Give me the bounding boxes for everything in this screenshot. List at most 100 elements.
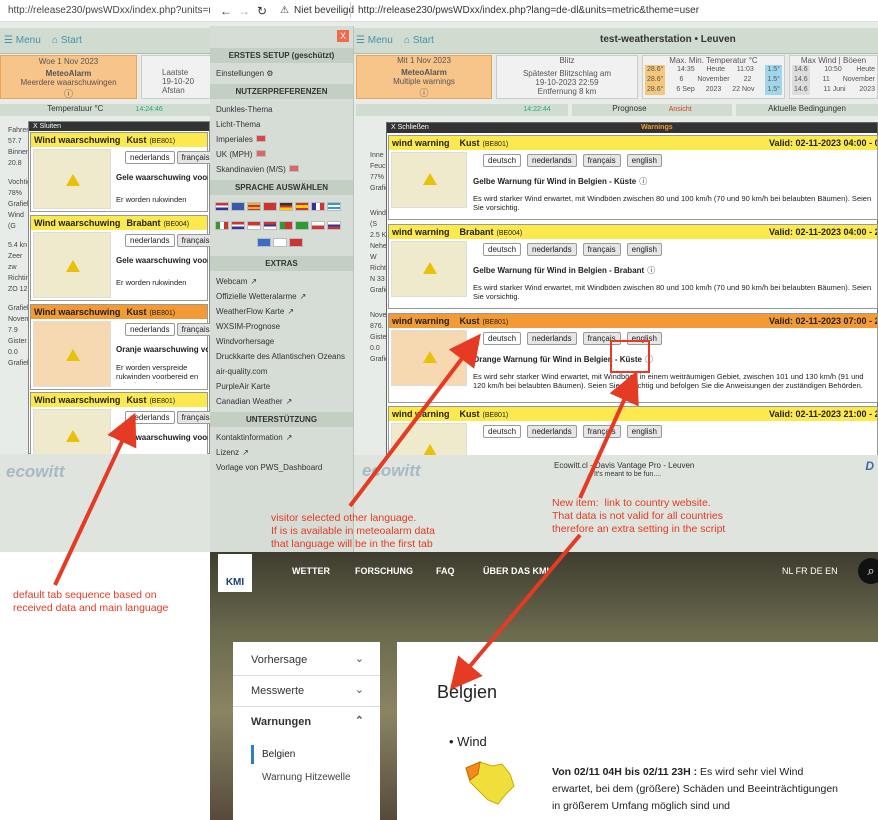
flag-icon[interactable] bbox=[327, 221, 341, 230]
menu-support-item[interactable]: Lizenz ↗ bbox=[210, 445, 353, 460]
language-tab[interactable]: français bbox=[582, 154, 621, 167]
menu-extra-item[interactable]: WeatherFlow Karte ↗ bbox=[210, 304, 353, 319]
language-tab[interactable]: français bbox=[582, 332, 621, 345]
info-icon[interactable]: ⓘ bbox=[647, 266, 655, 275]
info-icon[interactable]: ⓘ bbox=[645, 355, 653, 364]
language-tab[interactable]: français bbox=[176, 323, 215, 336]
flag-icon[interactable] bbox=[279, 202, 293, 211]
flag-icon[interactable] bbox=[257, 238, 271, 247]
flag-icon[interactable] bbox=[327, 202, 341, 211]
current-header: Aktuelle Bedingungen bbox=[736, 104, 878, 116]
language-tab[interactable]: deutsch bbox=[483, 332, 522, 345]
kmi-nav-about[interactable]: ÜBER DAS KMI bbox=[483, 566, 549, 576]
left-meteoalarm-tile[interactable]: Woe 1 Nov 2023 MeteoAlarm Meerdere waars… bbox=[0, 55, 137, 99]
flag-icon[interactable] bbox=[273, 238, 287, 247]
language-tab[interactable]: english bbox=[626, 154, 662, 167]
kmi-language-switch[interactable]: NL FR DE EN bbox=[782, 566, 838, 576]
kmi-side-heatwave[interactable]: Warnung Hitzewelle bbox=[251, 764, 362, 787]
menu-light-theme[interactable]: Licht-Thema bbox=[210, 117, 353, 132]
kmi-side-belgium[interactable]: Belgien bbox=[251, 745, 362, 764]
menu-imperial[interactable]: Imperiales bbox=[210, 132, 353, 147]
security-label[interactable]: Niet beveiligd bbox=[294, 5, 354, 16]
kmi-side-measurements[interactable]: Messwerte ⌄ bbox=[233, 676, 380, 707]
language-tab[interactable]: nederlands bbox=[125, 411, 175, 424]
menu-extra-item[interactable]: air-quality.com bbox=[210, 364, 353, 379]
flag-icon[interactable] bbox=[263, 221, 277, 230]
language-tab[interactable]: français bbox=[582, 425, 621, 438]
menu-support-item[interactable]: Kontaktinformation ↗ bbox=[210, 430, 353, 445]
language-tab[interactable]: deutsch bbox=[483, 154, 522, 167]
menu-dark-theme[interactable]: Dunkles-Thema bbox=[210, 102, 353, 117]
search-icon[interactable]: ⌕ bbox=[858, 558, 878, 584]
kmi-nav-faq[interactable]: FAQ bbox=[436, 566, 455, 576]
language-tab[interactable]: nederlands bbox=[125, 234, 175, 247]
middle-menu-button[interactable]: ☰ Menu bbox=[356, 35, 393, 46]
menu-extra-item[interactable]: Webcam ↗ bbox=[210, 274, 353, 289]
middle-meteoalarm-tile[interactable]: Mit 1 Nov 2023 MeteoAlarm Multiple warni… bbox=[356, 55, 492, 99]
language-tab[interactable]: français bbox=[176, 411, 215, 424]
kmi-nav-research[interactable]: FORSCHUNG bbox=[355, 566, 413, 576]
flag-icon[interactable] bbox=[295, 221, 309, 230]
maxmin-cell: 6 bbox=[679, 76, 684, 83]
language-tab[interactable]: deutsch bbox=[483, 425, 522, 438]
left-start-button[interactable]: ⌂ Start bbox=[52, 35, 82, 46]
flag-icon[interactable] bbox=[231, 202, 245, 211]
menu-extra-item[interactable]: Windvorhersage bbox=[210, 334, 353, 349]
left-menu-button[interactable]: ☰ Menu bbox=[4, 35, 41, 46]
kmi-side-warnings[interactable]: Warnungen ⌃ bbox=[233, 707, 380, 737]
menu-support-item[interactable]: Vorlage von PWS_Dashboard bbox=[210, 460, 353, 475]
language-tab[interactable]: english bbox=[626, 243, 662, 256]
language-tab[interactable]: nederlands bbox=[527, 425, 577, 438]
menu-uk[interactable]: UK (MPH) bbox=[210, 147, 353, 162]
flag-icon[interactable] bbox=[295, 202, 309, 211]
flag-icon[interactable] bbox=[311, 202, 325, 211]
flag-icon[interactable] bbox=[279, 221, 293, 230]
footer-station-text: Ecowitt.cl - Davis Vantage Pro - Leuven bbox=[554, 461, 695, 470]
middle-url-text[interactable]: http://release230/pwsWDxx/index.php?lang… bbox=[358, 5, 699, 16]
flag-icon[interactable] bbox=[231, 221, 245, 230]
menu-extra-item[interactable]: Druckkarte des Atlantischen Ozeans bbox=[210, 349, 353, 364]
kmi-side-forecast[interactable]: Vorhersage ⌄ bbox=[233, 642, 380, 676]
language-tab[interactable]: français bbox=[176, 151, 215, 164]
back-icon[interactable]: ← bbox=[220, 4, 232, 18]
language-flags-row-2 bbox=[210, 217, 353, 236]
info-icon[interactable]: ⓘ bbox=[639, 177, 647, 186]
menu-extra-item[interactable]: PurpleAir Karte bbox=[210, 379, 353, 394]
kmi-heading: Belgien bbox=[437, 682, 498, 702]
forward-icon[interactable]: → bbox=[238, 4, 250, 18]
language-tab[interactable]: english bbox=[626, 425, 662, 438]
reload-icon[interactable]: ↻ bbox=[257, 4, 267, 18]
kmi-logo[interactable]: KMI bbox=[218, 554, 252, 592]
language-tab[interactable]: français bbox=[582, 243, 621, 256]
menu-extra-item[interactable]: WXSIM-Prognose bbox=[210, 319, 353, 334]
flag-icon[interactable] bbox=[247, 221, 261, 230]
kmi-nav-weather[interactable]: WETTER bbox=[292, 566, 330, 576]
menu-close-button[interactable]: X bbox=[337, 30, 349, 42]
station-title: test-weatherstation • Leuven bbox=[600, 34, 736, 45]
menu-scandinavia[interactable]: Skandinavien (M/S) bbox=[210, 162, 353, 177]
language-tab[interactable]: nederlands bbox=[125, 151, 175, 164]
flag-icon[interactable] bbox=[215, 221, 229, 230]
menu-extra-item[interactable]: Offizielle Wetteralarme ↗ bbox=[210, 289, 353, 304]
left-modal-close-bar[interactable]: X Sluiten bbox=[29, 122, 209, 131]
middle-modal-close[interactable]: X Schließen bbox=[391, 124, 429, 131]
menu-extra-item[interactable]: Canadian Weather ↗ bbox=[210, 394, 353, 409]
prognose-tag[interactable]: Ansicht bbox=[669, 106, 692, 113]
language-tab[interactable]: français bbox=[176, 234, 215, 247]
middle-start-button[interactable]: ⌂ Start bbox=[404, 35, 434, 46]
flag-icon[interactable] bbox=[215, 202, 229, 211]
language-tab[interactable]: english bbox=[626, 332, 662, 345]
language-tab[interactable]: nederlands bbox=[527, 332, 577, 345]
maxmin-row: 28.6° 6 November 22 1.5° bbox=[643, 75, 784, 85]
flag-icon[interactable] bbox=[263, 202, 277, 211]
language-tab[interactable]: nederlands bbox=[527, 154, 577, 167]
menu-settings[interactable]: Einstellungen ⚙ bbox=[210, 66, 353, 81]
language-tab[interactable]: nederlands bbox=[527, 243, 577, 256]
flag-icon[interactable] bbox=[289, 238, 303, 247]
language-tab[interactable]: nederlands bbox=[125, 323, 175, 336]
flag-icon[interactable] bbox=[247, 202, 261, 211]
warning-region: Brabant bbox=[126, 218, 161, 228]
flag-icon[interactable] bbox=[311, 221, 325, 230]
language-tab[interactable]: deutsch bbox=[483, 243, 522, 256]
maxmin-header: Max. Min. Temperatur °C bbox=[669, 56, 758, 65]
